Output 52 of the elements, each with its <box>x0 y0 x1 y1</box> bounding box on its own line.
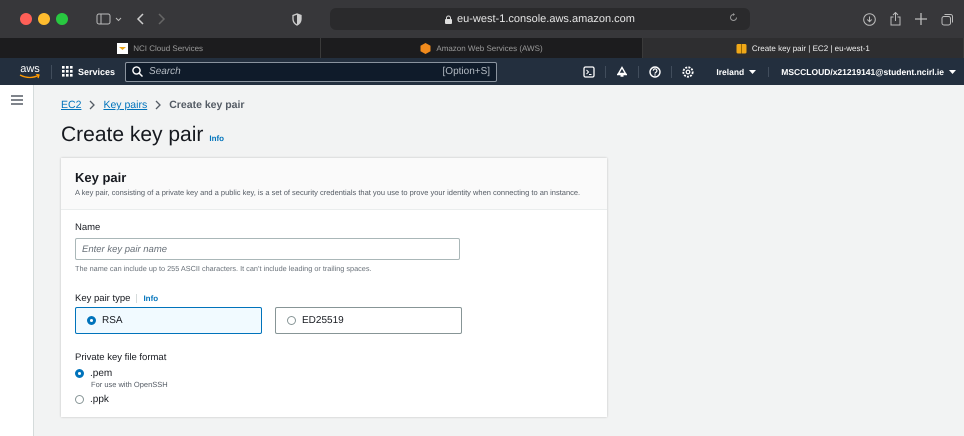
chevron-icon <box>155 100 162 110</box>
caret-icon <box>949 70 956 74</box>
radio-button[interactable] <box>75 369 84 378</box>
shield-icon[interactable] <box>292 12 302 26</box>
minimize-button[interactable] <box>38 13 50 25</box>
option-label[interactable]: .pem <box>90 368 112 379</box>
smile-icon <box>19 74 41 78</box>
radio-button[interactable] <box>287 316 296 325</box>
field-label: Private key file format <box>75 352 168 363</box>
name-input-field[interactable]: Enter key pair name <box>75 238 460 260</box>
caret-icon <box>749 70 756 74</box>
option-label[interactable]: .ppk <box>90 394 109 405</box>
settings-icon[interactable] <box>682 66 694 78</box>
field-label: Key pair type <box>75 293 130 304</box>
page-title: Create key pair <box>61 123 204 147</box>
menu-icon[interactable] <box>10 95 22 105</box>
info-link[interactable]: Info <box>136 294 158 303</box>
radio-button[interactable] <box>87 316 96 325</box>
field-label: Name <box>75 222 102 233</box>
key-type-option[interactable]: RSA <box>75 307 262 334</box>
share-icon[interactable] <box>890 12 901 26</box>
info-link[interactable]: Info <box>209 134 224 143</box>
reload-icon[interactable] <box>729 13 738 22</box>
box-icon <box>736 42 747 54</box>
back-icon[interactable] <box>136 13 144 25</box>
sidebar-icon[interactable] <box>96 13 122 25</box>
close-button[interactable] <box>20 13 32 25</box>
account-menu[interactable]: MSCCLOUD/x21219141@student.ncirl.ie <box>768 66 956 76</box>
browser-tab[interactable]: Create key pair | EC2 | eu-west-1 <box>642 38 964 58</box>
help-icon[interactable] <box>649 66 662 78</box>
section-heading: Key pair <box>75 170 128 185</box>
search-field[interactable]: Search [Option+S] <box>125 62 498 82</box>
new-tab-icon[interactable] <box>915 13 927 25</box>
hexagon-icon <box>420 42 432 54</box>
key-type-option[interactable]: ED25519 <box>275 307 462 334</box>
search-icon <box>132 66 144 77</box>
radio-button[interactable] <box>75 395 84 404</box>
tab-overview-icon[interactable] <box>941 12 954 26</box>
grid-icon <box>62 66 73 77</box>
breadcrumb-link[interactable]: Key pairs <box>103 99 148 111</box>
address-bar[interactable]: eu-west-1.console.aws.amazon.com <box>330 8 750 30</box>
breadcrumb-link[interactable]: EC2 <box>61 99 82 111</box>
breadcrumb-current: Create key pair <box>169 99 245 111</box>
region-menu[interactable]: Ireland <box>704 66 768 76</box>
aws-logo[interactable]: aws <box>19 64 52 78</box>
chevron-icon <box>89 100 96 110</box>
cloudshell-icon[interactable] <box>583 66 596 78</box>
download-icon[interactable] <box>863 12 876 26</box>
services-menu[interactable]: Services <box>62 66 116 77</box>
bell-icon[interactable] <box>616 66 628 78</box>
zoom-button[interactable] <box>56 13 68 25</box>
lock-icon <box>445 14 452 24</box>
